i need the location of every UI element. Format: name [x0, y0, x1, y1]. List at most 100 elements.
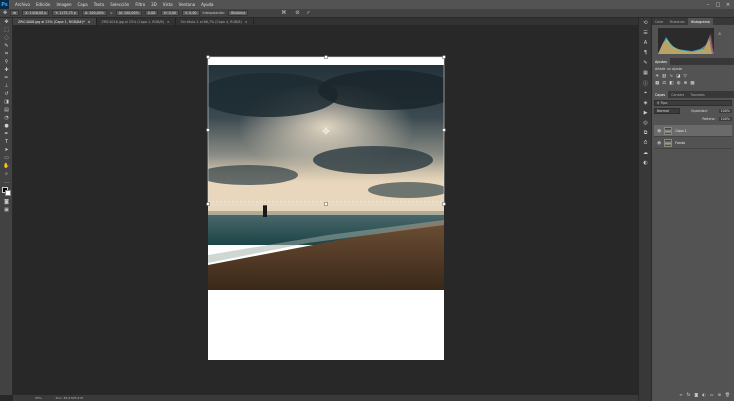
field-width[interactable]: A: 100,00%: [81, 10, 107, 16]
menu-item[interactable]: Imagen: [56, 2, 71, 7]
zoom-tool-icon[interactable]: ⌕: [0, 170, 13, 178]
fill-field[interactable]: 100%: [718, 117, 732, 121]
actions-icon[interactable]: ▶: [639, 108, 652, 118]
adjustment-layer-icon[interactable]: ◐: [702, 392, 706, 397]
cloud-icon[interactable]: ☁: [639, 148, 652, 158]
move-tool-icon[interactable]: ✥: [3, 10, 7, 16]
photo-filter-icon[interactable]: ◍: [677, 81, 681, 86]
more-tools-icon[interactable]: …: [0, 178, 13, 186]
blur-tool-icon[interactable]: ◔: [0, 114, 13, 122]
tab-layers[interactable]: Capas: [652, 91, 669, 98]
field-height[interactable]: Al: 100,00%: [115, 10, 142, 16]
adjustments-icon[interactable]: ◐: [639, 158, 652, 168]
healing-tool-icon[interactable]: ✚: [0, 66, 13, 74]
close-icon[interactable]: ×: [167, 20, 170, 24]
menu-item[interactable]: Edición: [36, 2, 50, 7]
tab-histogram[interactable]: Histograma: [687, 18, 713, 25]
field-angle[interactable]: 0,00: [144, 10, 159, 16]
color-balance-icon[interactable]: ⚖: [662, 81, 666, 86]
blend-mode-select[interactable]: Normal: [654, 108, 680, 114]
timeline-icon[interactable]: ⏱: [639, 138, 652, 148]
menu-item[interactable]: Filtro: [135, 2, 145, 7]
type-tool-icon[interactable]: T: [0, 138, 13, 146]
field-y[interactable]: Y: 1175,75 p: [52, 10, 79, 16]
path-select-tool-icon[interactable]: ➤: [0, 146, 13, 154]
brushes-icon[interactable]: ✎: [639, 58, 652, 68]
eraser-tool-icon[interactable]: ◨: [0, 98, 13, 106]
zoom-level[interactable]: 25%: [35, 396, 42, 400]
eyedropper-tool-icon[interactable]: ⚲: [0, 58, 13, 66]
shape-tool-icon[interactable]: ▭: [0, 154, 13, 162]
menu-item[interactable]: Ventana: [179, 2, 195, 7]
menu-item[interactable]: Selección: [110, 2, 129, 7]
eye-icon[interactable]: 👁: [657, 141, 661, 145]
close-icon[interactable]: ×: [724, 0, 732, 9]
stamp-tool-icon[interactable]: ⊥: [0, 82, 13, 90]
gradient-tool-icon[interactable]: ▤: [0, 106, 13, 114]
commit-icon[interactable]: ✓: [306, 10, 310, 16]
menu-item[interactable]: 3D: [151, 2, 157, 7]
navigator-icon[interactable]: ⌖: [639, 88, 652, 98]
interpolation-select[interactable]: Bicúbica: [228, 10, 249, 16]
brush-tool-icon[interactable]: ✏: [0, 74, 13, 82]
tab-color[interactable]: Color: [652, 18, 667, 25]
warp-icon[interactable]: ⌘: [281, 10, 286, 16]
maximize-icon[interactable]: □: [714, 0, 722, 9]
channel-mixer-icon[interactable]: ⊕: [684, 81, 688, 86]
quick-select-tool-icon[interactable]: ✎: [0, 42, 13, 50]
paragraph-icon[interactable]: ¶: [639, 48, 652, 58]
lookup-icon[interactable]: ▩: [690, 81, 694, 86]
black-white-icon[interactable]: ◧: [669, 81, 673, 86]
reference-point[interactable]: ⊞: [10, 10, 20, 16]
marquee-tool-icon[interactable]: ⬚: [0, 26, 13, 34]
quick-mask-icon[interactable]: ◙: [0, 198, 13, 206]
opacity-field[interactable]: 100%: [718, 109, 732, 113]
layer-row[interactable]: 👁 Fondo: [654, 137, 732, 149]
menu-item[interactable]: Texto: [94, 2, 105, 7]
group-icon[interactable]: ▭: [710, 392, 714, 397]
layer-name[interactable]: Fondo: [675, 141, 685, 145]
curves-icon[interactable]: ∿: [669, 74, 673, 79]
pen-tool-icon[interactable]: ✒: [0, 130, 13, 138]
close-icon[interactable]: ×: [245, 20, 248, 24]
field-skew-h[interactable]: H: 0,00: [161, 10, 180, 16]
layer-row[interactable]: 👁 Capa 1: [654, 125, 732, 137]
info-icon[interactable]: ⓘ: [639, 78, 652, 88]
layer-filter[interactable]: ⚲ Tipo: [654, 100, 732, 106]
field-skew-v[interactable]: V: 0,00: [182, 10, 200, 16]
cancel-icon[interactable]: ⊘: [295, 10, 299, 16]
history-brush-icon[interactable]: ↺: [0, 90, 13, 98]
tab-channels[interactable]: Canales: [668, 91, 687, 98]
vibrance-icon[interactable]: ▽: [683, 74, 686, 79]
crop-tool-icon[interactable]: ⌗: [0, 50, 13, 58]
move-tool-icon[interactable]: ✥: [0, 18, 13, 26]
tab-document-2[interactable]: ZRIC4016.jpg al 25% (Capa 1, RGB/8) ×: [97, 18, 176, 25]
menu-item[interactable]: Ayuda: [201, 2, 213, 7]
tab-swatches[interactable]: Muestras: [667, 18, 688, 25]
link-icon[interactable]: ∞: [110, 11, 113, 15]
dodge-tool-icon[interactable]: ●: [0, 122, 13, 130]
libraries-icon[interactable]: ▦: [639, 68, 652, 78]
properties-icon[interactable]: ☰: [639, 28, 652, 38]
menu-item[interactable]: Archivo: [15, 2, 30, 7]
new-layer-icon[interactable]: ⊞: [718, 392, 721, 397]
eye-icon[interactable]: 👁: [657, 129, 661, 133]
history-icon[interactable]: ⟲: [639, 18, 652, 28]
mask-icon[interactable]: ◙: [694, 392, 698, 397]
layer-comps-icon[interactable]: ⧉: [639, 128, 652, 138]
tab-paths[interactable]: Trazados: [687, 91, 707, 98]
minimize-icon[interactable]: –: [704, 0, 712, 9]
link-layers-icon[interactable]: ∞: [679, 392, 682, 397]
hue-icon[interactable]: ▦: [655, 81, 659, 86]
tab-adjustments[interactable]: Ajustes: [652, 58, 671, 65]
trash-icon[interactable]: 🗑: [725, 392, 730, 397]
lasso-tool-icon[interactable]: ◌: [0, 34, 13, 42]
menu-item[interactable]: Capa: [78, 2, 88, 7]
screen-mode-icon[interactable]: ▣: [0, 206, 13, 214]
color-swatches[interactable]: [0, 186, 13, 198]
layer-name[interactable]: Capa 1: [675, 129, 687, 133]
brightness-icon[interactable]: ☀: [655, 74, 659, 79]
levels-icon[interactable]: ▥: [662, 74, 666, 79]
channels-icon[interactable]: ◎: [639, 118, 652, 128]
character-icon[interactable]: A: [639, 38, 652, 48]
